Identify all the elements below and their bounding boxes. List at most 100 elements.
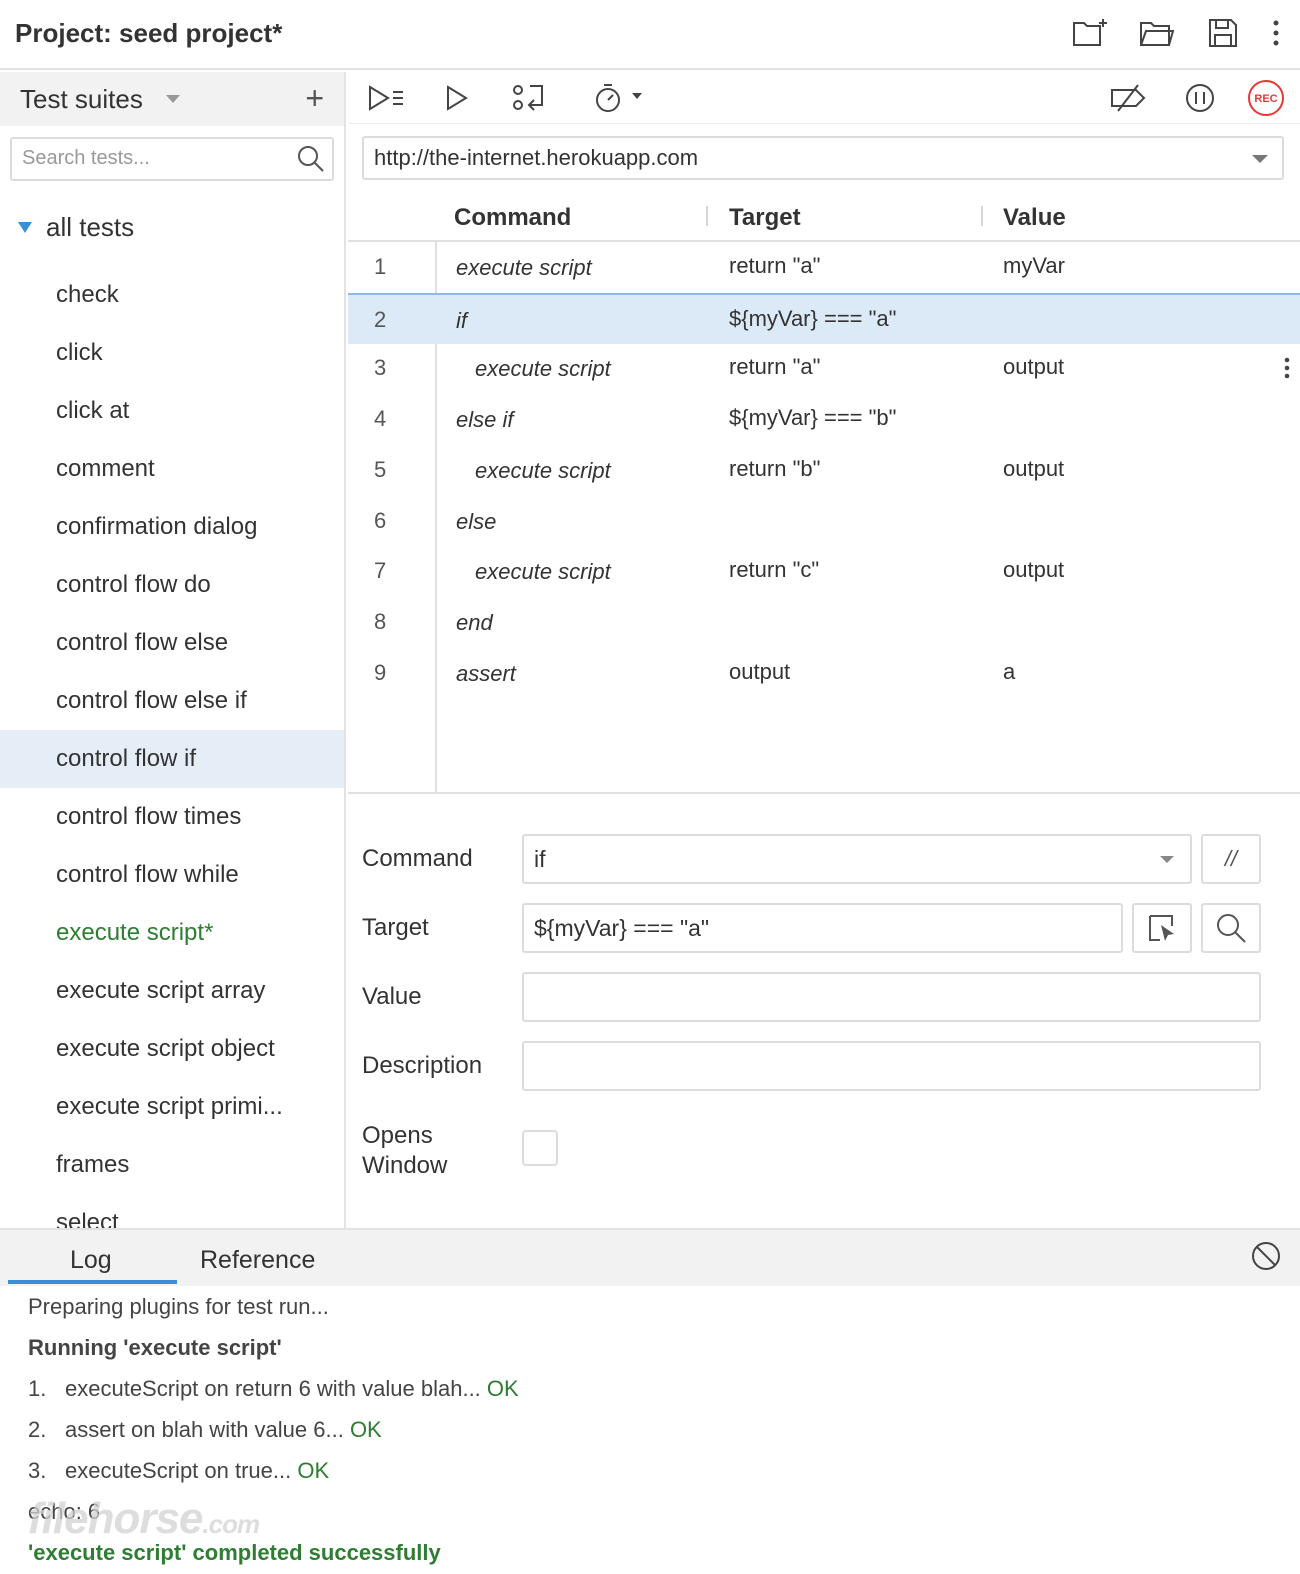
command-row[interactable]: 8 end [348, 597, 1300, 648]
test-item[interactable]: click at [0, 382, 344, 440]
test-item[interactable]: comment [0, 440, 344, 498]
row-command: else [456, 508, 497, 534]
log-step-number: 1. [28, 1376, 47, 1401]
row-value: output [1003, 557, 1065, 583]
disable-breakpoints-icon[interactable] [1108, 78, 1148, 118]
row-target: return "a" [729, 354, 821, 380]
row-command: assert [456, 660, 516, 686]
row-number: 1 [374, 254, 387, 279]
search-input[interactable] [22, 139, 292, 177]
test-item[interactable]: control flow do [0, 556, 344, 614]
suite-selector[interactable]: Test suites [20, 84, 143, 115]
test-item[interactable]: select [0, 1194, 344, 1228]
row-target: return "b" [729, 455, 821, 481]
target-input[interactable]: ${myVar} === "a" [522, 903, 1123, 953]
test-item[interactable]: execute script primi... [0, 1078, 344, 1136]
command-row[interactable]: 7 execute script return "c" output [348, 546, 1300, 597]
row-number: 6 [374, 507, 387, 533]
comment-toggle-label: // [1224, 846, 1238, 871]
find-target-button[interactable] [1201, 903, 1261, 953]
test-item[interactable]: control flow else [0, 614, 344, 672]
command-input[interactable]: if [522, 834, 1192, 884]
row-number: 4 [374, 406, 387, 432]
test-item[interactable]: control flow times [0, 788, 344, 846]
search-icon[interactable] [296, 144, 326, 179]
test-item[interactable]: execute script object [0, 1020, 344, 1078]
clear-log-icon[interactable] [1250, 1240, 1282, 1277]
console-panel: Log Reference Preparing plugins for test… [0, 1228, 1300, 1574]
more-icon[interactable] [1270, 14, 1282, 52]
select-target-button[interactable] [1132, 903, 1192, 953]
column-divider[interactable] [981, 206, 983, 226]
command-row[interactable]: 1 execute script return "a" myVar [348, 242, 1300, 293]
log-success: 'execute script' completed successfully [28, 1540, 441, 1565]
record-icon[interactable]: REC [1246, 78, 1286, 118]
opens-window-checkbox[interactable] [522, 1130, 558, 1166]
search-icon [1217, 914, 1246, 943]
tree-root[interactable]: all tests [18, 212, 134, 243]
command-row[interactable]: 9 assert output a [348, 648, 1300, 699]
new-project-icon[interactable] [1072, 14, 1110, 52]
test-item[interactable]: control flow else if [0, 672, 344, 730]
app-header: Project: seed project* [0, 0, 1300, 70]
save-icon[interactable] [1204, 14, 1242, 52]
command-row[interactable]: 3 execute script return "a" output [348, 343, 1300, 394]
log-step-status: OK [297, 1458, 330, 1483]
comment-toggle-button[interactable]: // [1201, 834, 1261, 884]
test-item[interactable]: execute script array [0, 962, 344, 1020]
test-item[interactable]: control flow if [0, 730, 344, 788]
column-header-target: Target [729, 204, 801, 231]
step-icon[interactable] [508, 78, 548, 118]
row-target: ${myVar} === "a" [729, 305, 897, 331]
row-number: 9 [374, 659, 387, 685]
test-item[interactable]: confirmation dialog [0, 498, 344, 556]
toolbar: REC [348, 72, 1300, 124]
test-item[interactable]: frames [0, 1136, 344, 1194]
add-test-button[interactable]: + [305, 80, 324, 117]
row-command: execute script [475, 356, 611, 382]
column-header-command: Command [454, 204, 572, 231]
command-row[interactable]: 4 else if ${myVar} === "b" [348, 394, 1300, 445]
command-row[interactable]: 2 if ${myVar} === "a" [348, 292, 1300, 344]
suite-header: Test suites + [0, 72, 344, 126]
row-number: 7 [374, 558, 387, 584]
header-actions [1072, 14, 1282, 52]
description-input[interactable] [522, 1041, 1261, 1091]
project-title: Project: seed project* [15, 18, 283, 48]
speed-icon[interactable] [592, 78, 648, 118]
test-item[interactable]: check [0, 266, 344, 324]
run-icon[interactable] [442, 78, 472, 118]
test-item[interactable]: execute script* [0, 904, 344, 962]
row-value: output [1003, 354, 1065, 380]
target-input-value: ${myVar} === "a" [534, 915, 710, 941]
test-item[interactable]: click [0, 324, 344, 382]
command-grid-header: Command Target Value [348, 192, 1300, 242]
log-step-text: executeScript on return 6 with value bla… [65, 1376, 487, 1401]
expand-triangle-icon[interactable] [18, 222, 32, 233]
console-tabs: Log Reference [0, 1230, 1300, 1286]
tab-log[interactable]: Log [70, 1246, 112, 1275]
row-menu-icon[interactable] [1284, 357, 1290, 385]
column-divider[interactable] [706, 206, 708, 226]
row-command: execute script [475, 559, 611, 585]
log-step-text: executeScript on true... [65, 1458, 298, 1483]
chevron-down-icon[interactable] [1160, 856, 1174, 863]
command-input-value: if [534, 846, 546, 872]
base-url-select[interactable]: http://the-internet.herokuapp.com [362, 136, 1284, 180]
command-row[interactable]: 5 execute script return "b" output [348, 445, 1300, 496]
log-line: Running 'execute script' [28, 1335, 282, 1360]
command-row[interactable]: 6 else [348, 496, 1300, 547]
value-input[interactable] [522, 972, 1261, 1022]
test-item[interactable]: control flow while [0, 846, 344, 904]
tab-reference[interactable]: Reference [200, 1246, 315, 1275]
log-step-text: assert on blah with value 6... [65, 1417, 350, 1442]
column-header-value: Value [1003, 204, 1066, 231]
chevron-down-icon[interactable] [166, 95, 180, 103]
open-project-icon[interactable] [1138, 14, 1176, 52]
pause-icon[interactable] [1182, 78, 1218, 118]
row-command: execute script [456, 255, 592, 280]
log-step: 1. executeScript on return 6 with value b… [28, 1374, 1268, 1415]
select-element-icon [1149, 915, 1174, 941]
chevron-down-icon[interactable] [1252, 155, 1268, 163]
run-all-icon[interactable] [366, 78, 406, 118]
